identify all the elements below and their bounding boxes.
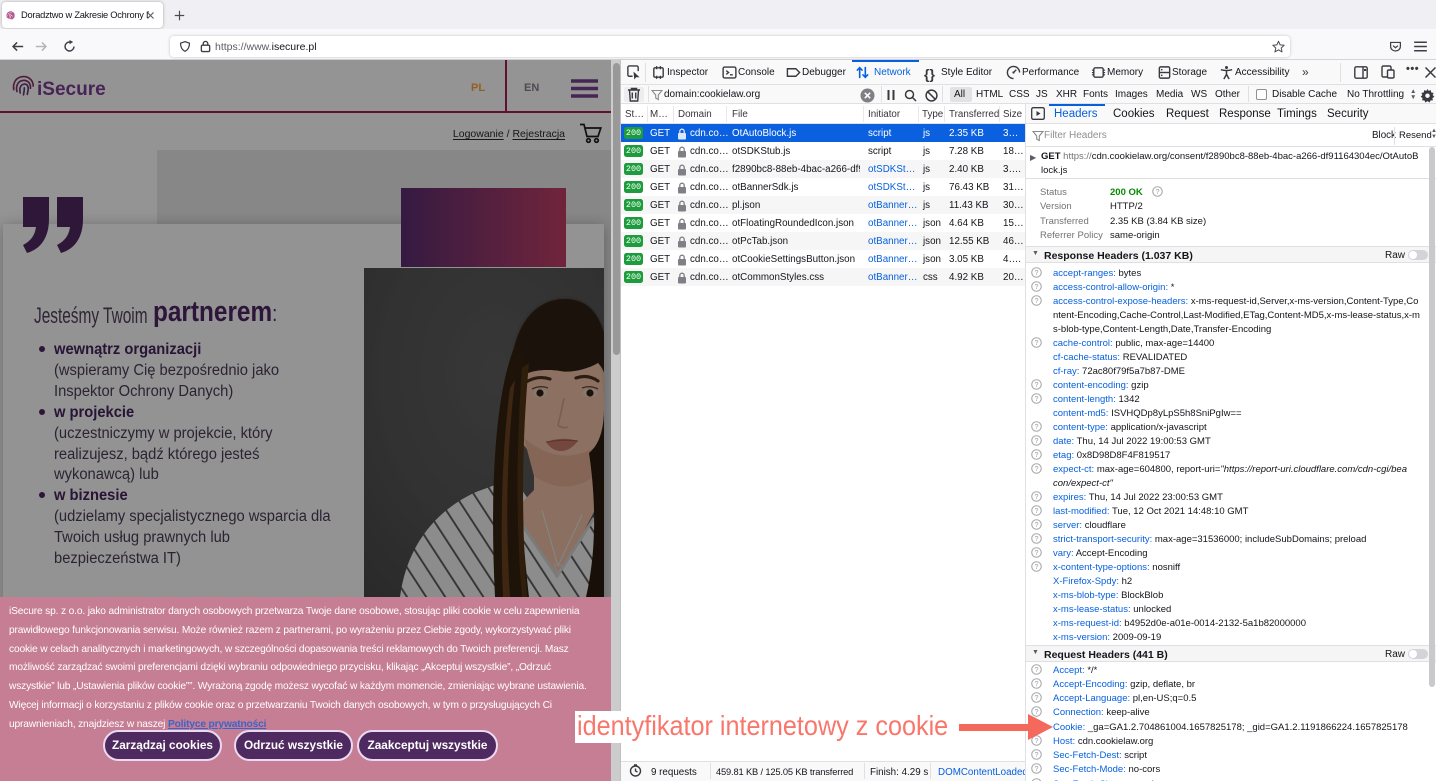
svg-text:?: ? [1035,380,1039,389]
svg-text:?: ? [1035,492,1039,501]
svg-text:?: ? [1035,520,1039,529]
svg-text:?: ? [1035,436,1039,445]
svg-text:?: ? [1035,562,1039,571]
svg-text:?: ? [1035,506,1039,515]
svg-text:?: ? [1035,282,1039,291]
svg-text:?: ? [1035,548,1039,557]
svg-text:?: ? [1035,394,1039,403]
svg-text:?: ? [1035,664,1039,673]
svg-text:?: ? [1035,268,1039,277]
svg-text:?: ? [1035,764,1039,773]
svg-text:?: ? [1035,750,1039,759]
svg-text:?: ? [1156,187,1160,196]
svg-text:?: ? [1035,464,1039,473]
svg-text:?: ? [1035,422,1039,431]
svg-text:?: ? [1035,450,1039,459]
svg-text:?: ? [1035,296,1039,305]
svg-text:?: ? [1035,534,1039,543]
svg-text:?: ? [1035,693,1039,702]
svg-text:?: ? [1035,679,1039,688]
svg-text:?: ? [1035,338,1039,347]
